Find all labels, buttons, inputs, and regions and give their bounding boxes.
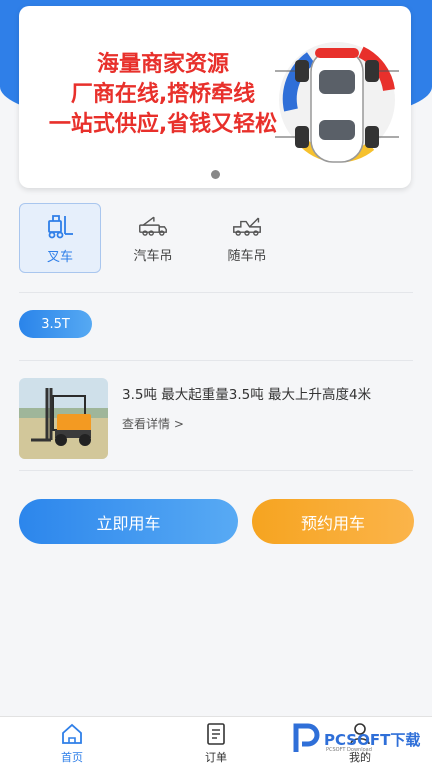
use-now-button[interactable]: 立即用车 (19, 499, 238, 544)
category-truck-crane[interactable]: 汽车吊 (113, 203, 193, 271)
category-truck-mounted-crane[interactable]: 随车吊 (207, 203, 287, 271)
view-details-link[interactable]: 查看详情 > (122, 415, 184, 432)
tab-label: 订单 (205, 751, 227, 764)
promo-banner[interactable]: 海量商家资源 厂商在线,搭桥牵线 一站式供应,省钱又轻松 (19, 6, 411, 188)
watermark-logo-icon (293, 723, 320, 752)
banner-line-3: 一站式供应,省钱又轻松 (48, 112, 278, 137)
category-label: 随车吊 (227, 249, 267, 264)
tab-home[interactable]: 首页 (42, 723, 102, 765)
forklift-icon (48, 215, 73, 239)
product-description: 3.5吨 最大起重量3.5吨 最大上升高度4米 (122, 387, 372, 403)
tab-label: 首页 (61, 751, 83, 764)
home-icon (62, 723, 82, 744)
divider (19, 360, 413, 361)
banner-text: 海量商家资源 厂商在线,搭桥牵线 一站式供应,省钱又轻松 (33, 50, 293, 140)
product-card[interactable]: 3.5吨 最大起重量3.5吨 最大上升高度4米 查看详情 > (19, 378, 413, 460)
watermark: PCSOFT下载 PCSOFT Download (290, 720, 430, 756)
truck-mounted-crane-icon (233, 217, 261, 236)
car-illustration (275, 42, 399, 163)
carousel-indicator[interactable] (211, 170, 220, 179)
order-icon (207, 723, 225, 745)
forklift-photo (19, 378, 108, 459)
category-label: 叉车 (46, 250, 73, 265)
banner-line-1: 海量商家资源 (96, 52, 229, 77)
category-label: 汽车吊 (133, 249, 173, 264)
book-button[interactable]: 预约用车 (252, 499, 414, 544)
watermark-subtext: PCSOFT Download (326, 747, 372, 753)
divider (19, 470, 413, 471)
divider (19, 292, 413, 293)
category-selector: 叉车 汽车吊 随车吊 (19, 203, 413, 273)
banner-line-2: 厂商在线,搭桥牵线 (70, 82, 256, 107)
spec-chip[interactable]: 3.5T (19, 310, 92, 338)
tab-orders[interactable]: 订单 (186, 723, 246, 765)
category-forklift[interactable]: 叉车 (19, 203, 101, 273)
truck-crane-icon (139, 216, 167, 236)
